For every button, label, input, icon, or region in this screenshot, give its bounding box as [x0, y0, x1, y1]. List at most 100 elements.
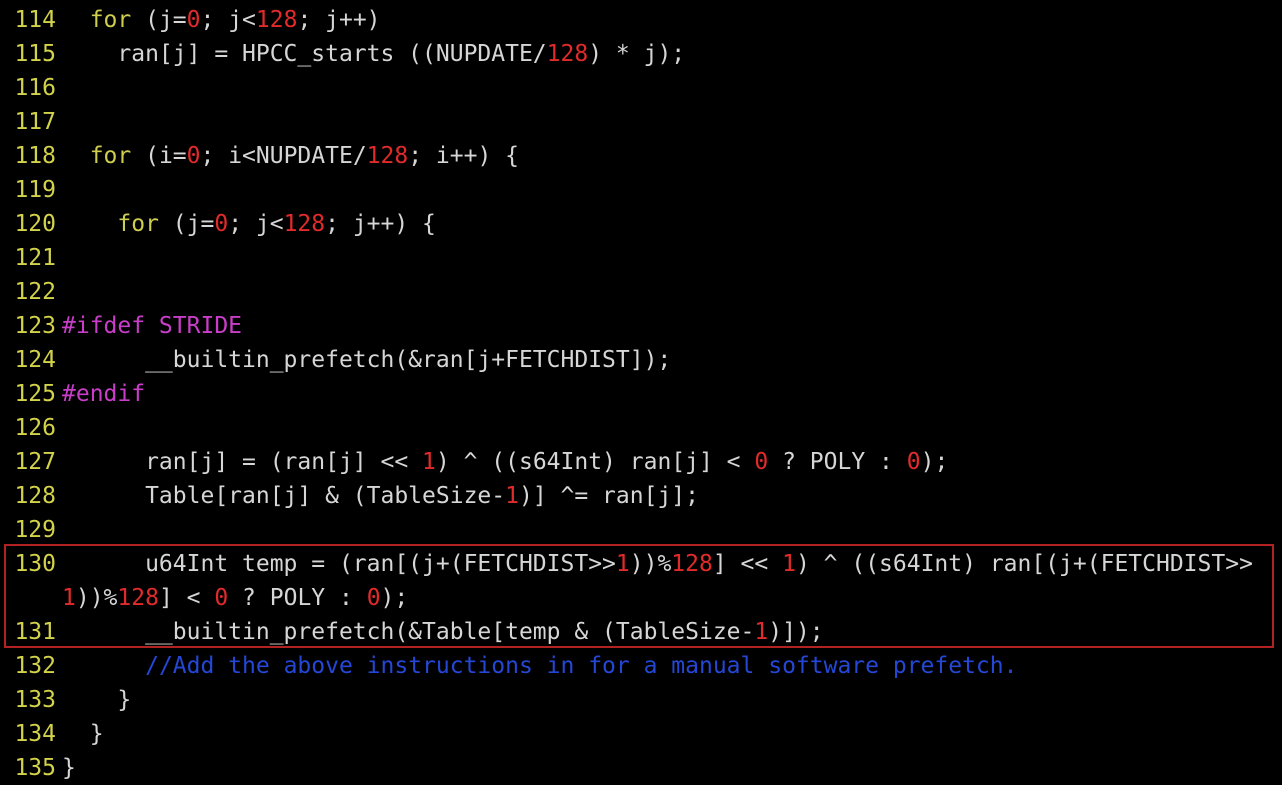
line-number: 124 — [14, 347, 56, 373]
code-line[interactable]: 127 ran[j] = (ran[j] << 1) ^ ((s64Int) r… — [0, 445, 1282, 479]
line-number: 114 — [14, 7, 56, 33]
line-number: 133 — [14, 687, 56, 713]
code-line[interactable]: 116 — [0, 71, 1282, 105]
line-number: 118 — [14, 143, 56, 169]
number-token: 0 — [214, 585, 229, 611]
number-token: 0 — [906, 449, 921, 475]
code-line[interactable]: 119 — [0, 173, 1282, 207]
code-line[interactable]: 117 — [0, 105, 1282, 139]
code-text: Table[ran[j] & (TableSize-1)] ^= ran[j]; — [62, 479, 699, 513]
text-token: ran[j] = HPCC_starts ((NUPDATE/ — [62, 41, 547, 67]
code-text: for (j=0; j<128; j++) — [62, 3, 381, 37]
number-token: 0 — [366, 585, 381, 611]
text-token: ] < — [158, 585, 215, 611]
code-text: #ifdef STRIDE — [62, 309, 242, 343]
code-text: //Add the above instructions in for a ma… — [62, 649, 1017, 683]
code-text: #endif — [62, 377, 145, 411]
line-number: 132 — [14, 653, 56, 679]
code-text: } — [62, 717, 104, 751]
code-line[interactable]: 132 //Add the above instructions in for … — [0, 649, 1282, 683]
text-token: ? POLY : — [768, 449, 907, 475]
number-token: 1 — [615, 551, 630, 577]
code-line[interactable]: 128 Table[ran[j] & (TableSize-1)] ^= ran… — [0, 479, 1282, 513]
text-token: ; j< — [200, 7, 256, 33]
line-number: 127 — [14, 449, 56, 475]
code-line[interactable]: 135} — [0, 751, 1282, 785]
number-token: 128 — [366, 143, 409, 169]
code-line[interactable]: 134 } — [0, 717, 1282, 751]
code-line[interactable]: 120 for (j=0; j<128; j++) { — [0, 207, 1282, 241]
code-text: for (i=0; i<NUPDATE/128; i++) { — [62, 139, 519, 173]
text-token: )]); — [768, 619, 824, 645]
number-token: 128 — [283, 211, 326, 237]
line-number: 119 — [14, 177, 56, 203]
text-token: } — [62, 755, 76, 781]
code-line[interactable]: 130 u64Int temp = (ran[(j+(FETCHDIST>>1)… — [0, 547, 1282, 581]
number-token: 0 — [186, 143, 201, 169]
preprocessor-token: #endif — [62, 381, 146, 407]
text-token: } — [62, 687, 132, 713]
code-line[interactable]: 121 — [0, 241, 1282, 275]
number-token: 128 — [255, 7, 298, 33]
text-token: (j= — [131, 7, 187, 33]
text-token: ))% — [75, 585, 118, 611]
code-line[interactable]: 118 for (i=0; i<NUPDATE/128; i++) { — [0, 139, 1282, 173]
keyword-token: for — [89, 7, 132, 33]
text-token: ) * j); — [588, 41, 686, 67]
text-token: ; j++) — [297, 7, 381, 33]
line-number: 121 — [14, 245, 56, 271]
line-number — [0, 581, 62, 615]
text-token: ; i++) { — [408, 143, 519, 169]
preprocessor-token: #ifdef STRIDE — [62, 313, 243, 339]
code-line[interactable]: 125 #endif — [0, 377, 1282, 411]
text-token: __builtin_prefetch(&Table[temp & (TableS… — [62, 619, 755, 645]
code-line[interactable]: 126 — [0, 411, 1282, 445]
line-number: 135 — [14, 755, 56, 781]
line-number: 129 — [14, 517, 56, 543]
text-token: ); — [380, 585, 409, 611]
code-text: ran[j] = HPCC_starts ((NUPDATE/128) * j)… — [62, 37, 685, 71]
number-token: 1 — [754, 619, 769, 645]
code-line[interactable]: 122 — [0, 275, 1282, 309]
number-token: 0 — [186, 7, 201, 33]
code-line[interactable]: 115 ran[j] = HPCC_starts ((NUPDATE/128) … — [0, 37, 1282, 71]
number-token: 1 — [62, 585, 76, 611]
text-token: )] ^= ran[j]; — [518, 483, 699, 509]
text-token: ; j< — [228, 211, 284, 237]
text-token: ; j++) { — [325, 211, 436, 237]
number-token: 1 — [782, 551, 796, 577]
text-token: ); — [920, 449, 949, 475]
line-number: 131 — [14, 619, 56, 645]
line-number: 116 — [14, 75, 56, 101]
code-line[interactable]: 133 } — [0, 683, 1282, 717]
text-token: } — [62, 721, 104, 747]
number-token: 128 — [117, 585, 159, 611]
code-text: } — [62, 683, 131, 717]
text-token: ? POLY : — [228, 585, 367, 611]
line-number: 123 — [14, 313, 56, 339]
code-text: 1))%128] < 0 ? POLY : 0); — [62, 581, 408, 615]
text-token: (j= — [158, 211, 215, 237]
code-line[interactable]: 1))%128] < 0 ? POLY : 0); — [0, 581, 1282, 615]
code-line[interactable]: 131 __builtin_prefetch(&Table[temp & (Ta… — [0, 615, 1282, 649]
code-text: __builtin_prefetch(&ran[j+FETCHDIST]); — [62, 343, 671, 377]
code-editor[interactable]: 114 for (j=0; j<128; j++) 115 ran[j] = HP… — [0, 3, 1282, 785]
code-line[interactable]: 123 #ifdef STRIDE — [0, 309, 1282, 343]
code-line[interactable]: 129 — [0, 513, 1282, 547]
code-text: for (j=0; j<128; j++) { — [62, 207, 436, 241]
line-number: 122 — [14, 279, 56, 305]
code-line[interactable]: 124 __builtin_prefetch(&ran[j+FETCHDIST]… — [0, 343, 1282, 377]
text-token: u64Int temp = (ran[(j+(FETCHDIST>> — [62, 551, 616, 577]
code-line[interactable]: 114 for (j=0; j<128; j++) — [0, 3, 1282, 37]
code-text: } — [62, 751, 76, 785]
text-token: ) ^ ((s64Int) ran[j] < — [435, 449, 755, 475]
number-token: 0 — [214, 211, 229, 237]
number-token: 1 — [422, 449, 436, 475]
number-token: 1 — [505, 483, 519, 509]
line-number: 128 — [14, 483, 56, 509]
code-text: ran[j] = (ran[j] << 1) ^ ((s64Int) ran[j… — [62, 445, 948, 479]
